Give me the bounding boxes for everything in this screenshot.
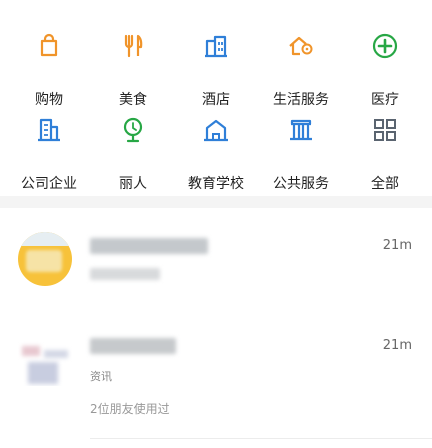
avatar — [18, 232, 72, 286]
category-public-services[interactable]: 公共服务 — [258, 102, 344, 192]
avatar — [18, 332, 72, 386]
item-title — [90, 338, 176, 354]
category-shopping[interactable]: 购物 — [6, 18, 92, 108]
school-icon — [201, 115, 231, 145]
category-all[interactable]: 全部 — [342, 102, 428, 192]
distance-label: 21m — [382, 238, 412, 253]
section-divider — [0, 196, 432, 208]
category-label: 丽人 — [119, 176, 147, 192]
category-company[interactable]: 公司企业 — [6, 102, 92, 192]
category-label: 公司企业 — [21, 176, 77, 192]
medical-plus-icon — [370, 31, 400, 61]
category-education[interactable]: 教育学校 — [173, 102, 259, 192]
category-life-services[interactable]: 生活服务 — [258, 18, 344, 108]
item-subtitle: 资讯 — [90, 370, 112, 383]
bag-icon — [34, 31, 64, 61]
item-subtitle — [90, 268, 160, 280]
all-grid-icon — [370, 115, 400, 145]
hotel-building-icon — [201, 31, 231, 61]
distance-label: 21m — [382, 338, 412, 353]
category-medical[interactable]: 医疗 — [342, 18, 428, 108]
category-food[interactable]: 美食 — [90, 18, 176, 108]
item-title — [90, 238, 208, 254]
category-label: 全部 — [371, 176, 399, 192]
row-divider — [90, 438, 432, 439]
category-beauty[interactable]: 丽人 — [90, 102, 176, 192]
company-icon — [34, 115, 64, 145]
category-hotel[interactable]: 酒店 — [173, 18, 259, 108]
category-grid: 购物 美食 酒店 生活服务 医疗 公司企业 丽人 教育学校 公共服务 全部 — [0, 0, 432, 196]
home-pin-icon — [286, 31, 316, 61]
list-item[interactable]: 21m — [0, 222, 432, 312]
mirror-icon — [118, 115, 148, 145]
category-label: 教育学校 — [188, 176, 244, 192]
public-building-icon — [286, 115, 316, 145]
list-item[interactable]: 资讯 21m 2位朋友使用过 — [0, 316, 432, 446]
category-label: 公共服务 — [273, 176, 329, 192]
fork-knife-icon — [118, 31, 148, 61]
friends-used-label: 2位朋友使用过 — [90, 402, 170, 416]
